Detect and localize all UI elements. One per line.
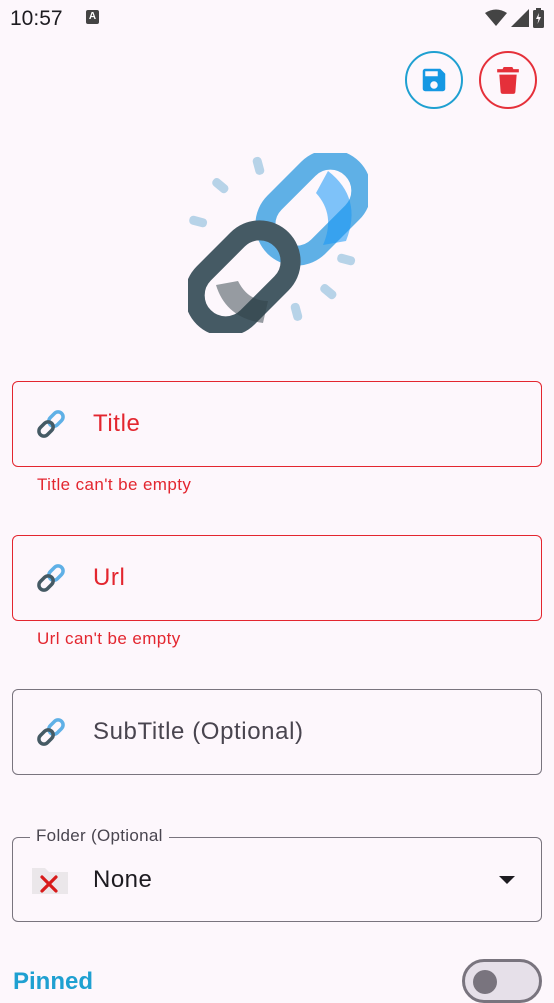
title-error-text: Title can't be empty: [37, 475, 192, 494]
pinned-label: Pinned: [13, 968, 94, 995]
accessibility-notification-icon: A: [86, 10, 99, 24]
subtitle-field-label: SubTitle (Optional): [93, 718, 304, 745]
link-chain-icon: [37, 410, 65, 438]
caret-down-icon: [499, 876, 515, 884]
delete-button[interactable]: [479, 51, 537, 109]
save-icon: [422, 68, 446, 92]
status-time: 10:57: [10, 7, 63, 30]
status-bar: 10:57 A: [0, 0, 554, 36]
url-field[interactable]: Url: [12, 535, 542, 621]
folder-x-icon: [32, 868, 68, 894]
link-chain-icon: [37, 718, 65, 746]
trash-icon: [497, 67, 519, 94]
pinned-toggle[interactable]: [462, 959, 542, 1003]
folder-dropdown-label: Folder (Optional: [30, 826, 169, 846]
save-button[interactable]: [405, 51, 463, 109]
toggle-knob: [473, 970, 497, 994]
subtitle-field[interactable]: SubTitle (Optional): [12, 689, 542, 775]
cell-signal-icon: [511, 9, 529, 27]
link-chain-icon: [37, 564, 65, 592]
link-chain-icon: [188, 153, 368, 333]
status-icons: [485, 8, 544, 28]
wifi-icon: [485, 9, 507, 26]
folder-dropdown[interactable]: None: [12, 837, 542, 922]
url-field-label: Url: [93, 564, 126, 591]
url-error-text: Url can't be empty: [37, 629, 181, 648]
battery-icon: [533, 8, 544, 28]
title-field-label: Title: [93, 410, 141, 437]
title-field[interactable]: Title: [12, 381, 542, 467]
folder-selected-value: None: [93, 866, 153, 893]
